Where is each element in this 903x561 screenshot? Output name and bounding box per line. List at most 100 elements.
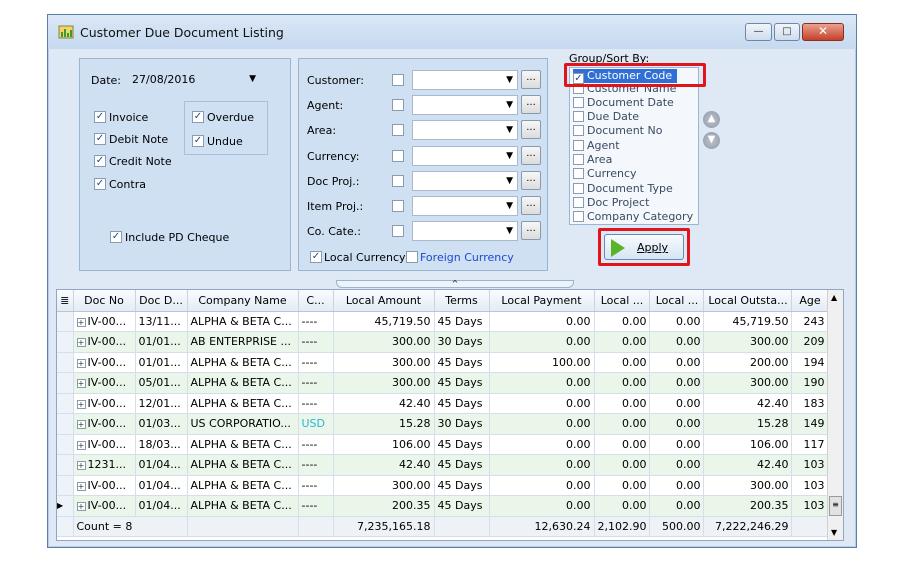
- cell-local-payment[interactable]: 100.00: [489, 352, 595, 373]
- cell-currency[interactable]: ----: [298, 311, 334, 332]
- expand-row-icon[interactable]: +: [76, 420, 86, 430]
- expand-row-icon[interactable]: +: [76, 358, 86, 368]
- cell-company-name[interactable]: ALPHA & BETA C...: [187, 475, 299, 496]
- table-row[interactable]: +1231... 01/04... ALPHA & BETA C... ---- 42.…: [57, 454, 829, 476]
- cell-local-payment[interactable]: 0.00: [489, 393, 595, 414]
- cell-doc-date[interactable]: 12/01...: [135, 393, 188, 414]
- cell-local-b[interactable]: 0.00: [649, 454, 705, 476]
- expand-row-icon[interactable]: +: [76, 461, 86, 471]
- table-row[interactable]: + IV-00... 05/01... ALPHA & BETA C... ---- 30…: [57, 372, 829, 394]
- cell-local-payment[interactable]: 0.00: [489, 372, 595, 394]
- cell-doc-no[interactable]: + IV-00...: [73, 475, 136, 496]
- grid-vertical-scrollbar[interactable]: ▲ ≡ ▼: [827, 290, 843, 540]
- col-currency[interactable]: C...: [298, 290, 334, 312]
- scroll-down-icon[interactable]: ▼: [831, 528, 837, 537]
- cell-local-b[interactable]: 0.00: [649, 372, 705, 394]
- table-row[interactable]: + IV-00... 01/04... ALPHA & BETA C... ---- 30…: [57, 475, 829, 496]
- cell-doc-date[interactable]: 05/01...: [135, 372, 188, 394]
- cell-local-payment[interactable]: 0.00: [489, 311, 595, 332]
- cell-local-payment[interactable]: 0.00: [489, 413, 595, 435]
- move-down-icon[interactable]: ▼: [703, 132, 720, 149]
- cell-local-amount[interactable]: 300.00: [333, 331, 435, 353]
- row-indicator[interactable]: [57, 372, 74, 394]
- agent-ellipsis-button[interactable]: ...: [521, 95, 541, 114]
- cell-age[interactable]: 117: [791, 434, 829, 455]
- group-item-document-type[interactable]: Document Type: [573, 182, 673, 196]
- group-checkbox[interactable]: [573, 97, 584, 108]
- cell-currency[interactable]: ----: [298, 393, 334, 414]
- group-item-currency[interactable]: Currency: [573, 167, 637, 181]
- doc-proj-ellipsis-button[interactable]: ...: [521, 171, 541, 190]
- group-item-agent[interactable]: Agent: [573, 139, 620, 153]
- title-bar[interactable]: Customer Due Document Listing — □ ✕: [48, 15, 856, 49]
- group-checkbox[interactable]: [573, 154, 584, 165]
- col-doc-date[interactable]: Doc D...: [135, 290, 188, 312]
- cell-local-amount[interactable]: 45,719.50: [333, 311, 435, 332]
- currency-ellipsis-button[interactable]: ...: [521, 146, 541, 165]
- co-cate-checkbox[interactable]: [392, 225, 404, 237]
- cell-terms[interactable]: 30 Days: [434, 413, 490, 435]
- cell-age[interactable]: 103: [791, 475, 829, 496]
- table-row[interactable]: + IV-00... 01/01... AB ENTERPRISE ... ---- 30…: [57, 331, 829, 353]
- cell-company-name[interactable]: ALPHA & BETA C...: [187, 372, 299, 394]
- current-row-indicator-icon[interactable]: ▶: [57, 495, 74, 517]
- doc-proj-dropdown[interactable]: ▼: [412, 171, 518, 191]
- group-checkbox[interactable]: [573, 183, 584, 194]
- doc-proj-checkbox[interactable]: [392, 175, 404, 187]
- col-local-a[interactable]: Local ...: [594, 290, 651, 312]
- co-cate-ellipsis-button[interactable]: ...: [521, 221, 541, 240]
- cell-local-b[interactable]: 0.00: [649, 331, 705, 353]
- table-row[interactable]: ▶ + IV-00... 01/04... ALPHA & BETA C... ---- 2…: [57, 495, 829, 517]
- group-item-area[interactable]: Area: [573, 153, 612, 167]
- group-checkbox[interactable]: [573, 197, 584, 208]
- row-indicator[interactable]: [57, 413, 74, 435]
- cell-local-outstanding[interactable]: 42.40: [703, 454, 793, 476]
- col-local-b[interactable]: Local ...: [649, 290, 705, 312]
- table-row[interactable]: + IV-00... 12/01... ALPHA & BETA C... ---- 42…: [57, 393, 829, 414]
- cell-local-outstanding[interactable]: 200.35: [703, 495, 793, 517]
- cell-age[interactable]: 183: [791, 393, 829, 414]
- cell-local-amount[interactable]: 15.28: [333, 413, 435, 435]
- overdue-checkbox[interactable]: ✓: [192, 111, 204, 123]
- scroll-up-icon[interactable]: ▲: [831, 293, 837, 302]
- maximize-button[interactable]: □: [774, 23, 800, 41]
- cell-age[interactable]: 243: [791, 311, 829, 332]
- cell-doc-date[interactable]: 13/11...: [135, 311, 188, 332]
- cell-doc-date[interactable]: 01/04...: [135, 454, 188, 476]
- cell-age[interactable]: 194: [791, 352, 829, 373]
- area-dropdown[interactable]: ▼: [412, 120, 518, 140]
- cell-local-a[interactable]: 0.00: [594, 311, 651, 332]
- group-checkbox[interactable]: [573, 111, 584, 122]
- expand-row-icon[interactable]: +: [76, 338, 86, 348]
- cell-local-a[interactable]: 0.00: [594, 393, 651, 414]
- col-terms[interactable]: Terms: [434, 290, 490, 312]
- cell-local-a[interactable]: 0.00: [594, 434, 651, 455]
- cell-company-name[interactable]: ALPHA & BETA C...: [187, 352, 299, 373]
- minimize-button[interactable]: —: [745, 23, 772, 41]
- table-row[interactable]: + IV-00... 01/01... ALPHA & BETA C... ---- 30…: [57, 352, 829, 373]
- cell-terms[interactable]: 30 Days: [434, 331, 490, 353]
- cell-local-amount[interactable]: 300.00: [333, 352, 435, 373]
- group-checkbox[interactable]: [573, 140, 584, 151]
- cell-local-a[interactable]: 0.00: [594, 454, 651, 476]
- cell-local-b[interactable]: 0.00: [649, 311, 705, 332]
- cell-doc-no[interactable]: + IV-00...: [73, 352, 136, 373]
- cell-local-payment[interactable]: 0.00: [489, 434, 595, 455]
- col-company-name[interactable]: Company Name: [187, 290, 299, 312]
- row-indicator[interactable]: [57, 454, 74, 476]
- row-indicator[interactable]: [57, 352, 74, 373]
- cell-doc-no[interactable]: + IV-00...: [73, 434, 136, 455]
- expand-row-icon[interactable]: +: [76, 317, 86, 327]
- cell-local-b[interactable]: 0.00: [649, 352, 705, 373]
- cell-terms[interactable]: 45 Days: [434, 372, 490, 394]
- table-row[interactable]: + IV-00... 18/03... ALPHA & BETA C... ---- 10…: [57, 434, 829, 455]
- expand-row-icon[interactable]: +: [76, 379, 86, 389]
- table-row[interactable]: + IV-00... 01/03... US CORPORATIO... USD 15.2…: [57, 413, 829, 435]
- cell-local-payment[interactable]: 0.00: [489, 475, 595, 496]
- cell-local-payment[interactable]: 0.00: [489, 331, 595, 353]
- cell-currency[interactable]: ----: [298, 331, 334, 353]
- cell-local-outstanding[interactable]: 300.00: [703, 331, 793, 353]
- row-indicator[interactable]: [57, 331, 74, 353]
- cell-local-b[interactable]: 0.00: [649, 413, 705, 435]
- close-button[interactable]: ✕: [802, 23, 844, 41]
